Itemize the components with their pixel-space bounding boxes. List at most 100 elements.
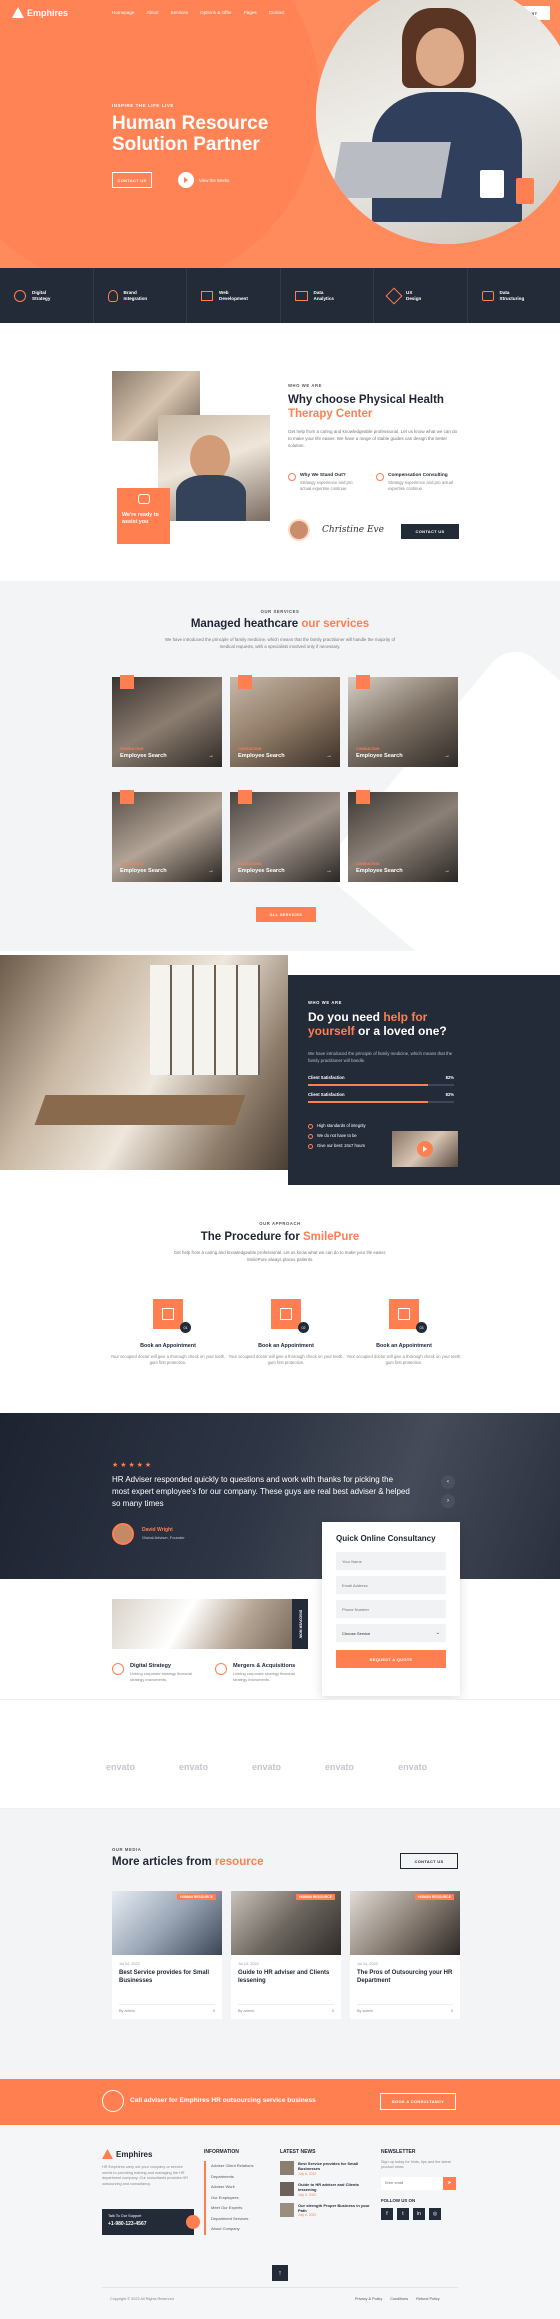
arrow-right-icon[interactable]: →: [444, 753, 450, 759]
service-card[interactable]: CONSULTING Employee Search →: [348, 790, 458, 882]
footer-news-item[interactable]: Best Service provides for Small Business…: [280, 2161, 370, 2176]
nav-item-contact[interactable]: Contact: [269, 10, 285, 15]
blog-card[interactable]: HUMAN RESOURCE Jul 14, 2022 Guide to HR …: [231, 1891, 341, 2019]
service-item-digital-strategy[interactable]: Digital Strategy: [0, 268, 94, 323]
blog-card-date: Jul 14, 2022: [357, 1962, 378, 1966]
progress-fill: [308, 1101, 428, 1103]
all-services-button[interactable]: ALL SERVICES: [256, 907, 316, 922]
facebook-icon[interactable]: f: [381, 2207, 393, 2220]
hero-contact-button[interactable]: CONTACT US: [112, 172, 152, 188]
help-title-b: help for: [383, 1010, 428, 1024]
why-contact-button[interactable]: CONTACT US: [401, 524, 459, 539]
hero-kicker: INSPIRE THE LIFE LIVE: [112, 103, 174, 108]
twitter-icon[interactable]: t: [397, 2207, 409, 2220]
footer-news-item[interactable]: Guide to HR adviser and Clients lessenin…: [280, 2181, 370, 2197]
nav-item-home[interactable]: Homepage: [112, 10, 134, 15]
blog-title-main: More articles from: [112, 1856, 215, 1868]
brand-logo[interactable]: Emphires: [12, 7, 68, 18]
service-item-brand-integration[interactable]: Brand Integration: [94, 268, 187, 323]
footer-phone[interactable]: +1-980-123-4567: [108, 2221, 188, 2227]
blog-card-image: [350, 1891, 460, 1955]
refund-link[interactable]: Refund Policy: [416, 2297, 439, 2301]
why-badge: We're ready to assist you: [117, 488, 170, 544]
play-icon[interactable]: [417, 1141, 433, 1157]
instagram-icon[interactable]: ◎: [429, 2207, 441, 2220]
nav-item-about[interactable]: About: [146, 10, 158, 15]
service-item-data-structuring[interactable]: Data Structuring: [468, 268, 560, 323]
email-field[interactable]: [336, 1576, 446, 1594]
footer-about: HR Emphires carry out your company or se…: [102, 2165, 189, 2186]
service-item-data-analytics[interactable]: Data Analytics: [281, 268, 374, 323]
footer-link[interactable]: Departments: [204, 2171, 253, 2182]
hero-photo: [316, 0, 560, 244]
service-card[interactable]: CONSULTING Employee Search →: [112, 790, 222, 882]
people-icon: [137, 494, 150, 504]
phone-field[interactable]: [336, 1600, 446, 1618]
footer-link[interactable]: Adviser Client Relations: [204, 2161, 253, 2172]
help-title-c: yourself: [308, 1024, 355, 1038]
news-date: July 6, 2022: [298, 2213, 317, 2218]
arrow-right-icon[interactable]: →: [208, 868, 214, 874]
testimonial-quote: HR Adviser responded quickly to question…: [112, 1475, 410, 1508]
footer-link[interactable]: Our Employees: [204, 2192, 253, 2203]
blog-card[interactable]: HUMAN RESOURCE Jul 14, 2022 Best Service…: [112, 1891, 222, 2019]
linkedin-icon[interactable]: in: [413, 2207, 425, 2220]
slider-next-button[interactable]: ›: [441, 1494, 455, 1508]
footer-link[interactable]: Department Services: [204, 2213, 253, 2224]
nav-item-services[interactable]: Services: [171, 10, 189, 15]
procedure-step-title: Book an Appointment: [258, 1343, 314, 1349]
service-card[interactable]: CONSULTING Employee Search →: [230, 675, 340, 767]
arrow-right-icon[interactable]: →: [444, 868, 450, 874]
name-field[interactable]: [336, 1552, 446, 1570]
discover-badge[interactable]: DISCOVER NOW: [292, 1599, 308, 1649]
scroll-top-button[interactable]: ↑: [272, 2265, 288, 2281]
check-circle-icon: [308, 1133, 313, 1139]
blog-kicker: OUR MEDIA: [112, 1847, 142, 1852]
strategy-icon: [112, 1663, 124, 1675]
service-card[interactable]: CONSULTING Employee Search →: [112, 675, 222, 767]
blog-contact-button[interactable]: CONTACT US: [400, 1853, 458, 1869]
arrow-right-icon[interactable]: →: [326, 753, 332, 759]
footer-news-item[interactable]: Our strength Proper Business in your Pat…: [280, 2202, 370, 2218]
slider-prev-button[interactable]: ‹: [441, 1475, 455, 1489]
service-card[interactable]: CONSULTING Employee Search →: [348, 675, 458, 767]
strategy-icon: [14, 289, 26, 302]
arrow-right-icon[interactable]: →: [208, 753, 214, 759]
service-item-web-development[interactable]: Web Development: [187, 268, 281, 323]
monitor-icon: [294, 290, 308, 301]
service-card-tag: CONSULTING: [238, 862, 262, 866]
logo-icon: [12, 7, 24, 18]
procedure-step-2: 02 Book an Appointment Your occupied doc…: [228, 1299, 344, 1366]
footer-link[interactable]: About Company: [204, 2224, 253, 2235]
hero-video-link[interactable]: View the Works: [178, 172, 229, 188]
newsletter-email-input[interactable]: [381, 2176, 443, 2190]
logo-icon: [102, 2149, 113, 2159]
footer-brand[interactable]: Emphires: [102, 2149, 152, 2159]
check-circle-icon: [308, 1123, 313, 1129]
mini-service-1-text: Linking corporate strategy financial str…: [130, 1671, 192, 1682]
check-icon: [376, 473, 384, 481]
footer-link[interactable]: Meet Our Experts: [204, 2203, 253, 2214]
help-video-thumb[interactable]: [392, 1131, 458, 1167]
services-section: OUR SERVICES Managed heathcare our servi…: [0, 581, 560, 951]
service-select[interactable]: Choose Service ⌄: [336, 1624, 446, 1642]
blog-card[interactable]: HUMAN RESOURCE Jul 14, 2022 The Pros of …: [350, 1891, 460, 2019]
hero-video-label: View the Works: [199, 177, 230, 183]
service-card[interactable]: CONSULTING Employee Search →: [230, 790, 340, 882]
follow-title: FOLLOW US ON: [381, 2197, 416, 2203]
book-consultancy-button[interactable]: BOOK A CONSULTANCY: [380, 2093, 456, 2110]
play-icon[interactable]: [178, 172, 194, 188]
service-card-tag: CONSULTING: [120, 862, 144, 866]
service-item-ux-design[interactable]: UX Design: [374, 268, 468, 323]
blog-card-image: [231, 1891, 341, 1955]
request-quote-button[interactable]: REQUEST A QUOTE: [336, 1650, 446, 1668]
privacy-link[interactable]: Privacy & Policy: [355, 2297, 382, 2301]
why-feature-1-text: Strategy experience and pro actual exper…: [300, 480, 353, 491]
footer-link[interactable]: Adviser Work: [204, 2182, 253, 2193]
nav-item-options[interactable]: Options & Offer: [200, 10, 232, 15]
arrow-right-icon[interactable]: →: [326, 868, 332, 874]
why-feature-2: Compensation Consulting Strategy experie…: [376, 473, 456, 492]
conditions-link[interactable]: Conditions: [390, 2297, 408, 2301]
send-button[interactable]: ➤: [443, 2176, 456, 2190]
nav-item-pages[interactable]: Pages: [244, 10, 257, 15]
